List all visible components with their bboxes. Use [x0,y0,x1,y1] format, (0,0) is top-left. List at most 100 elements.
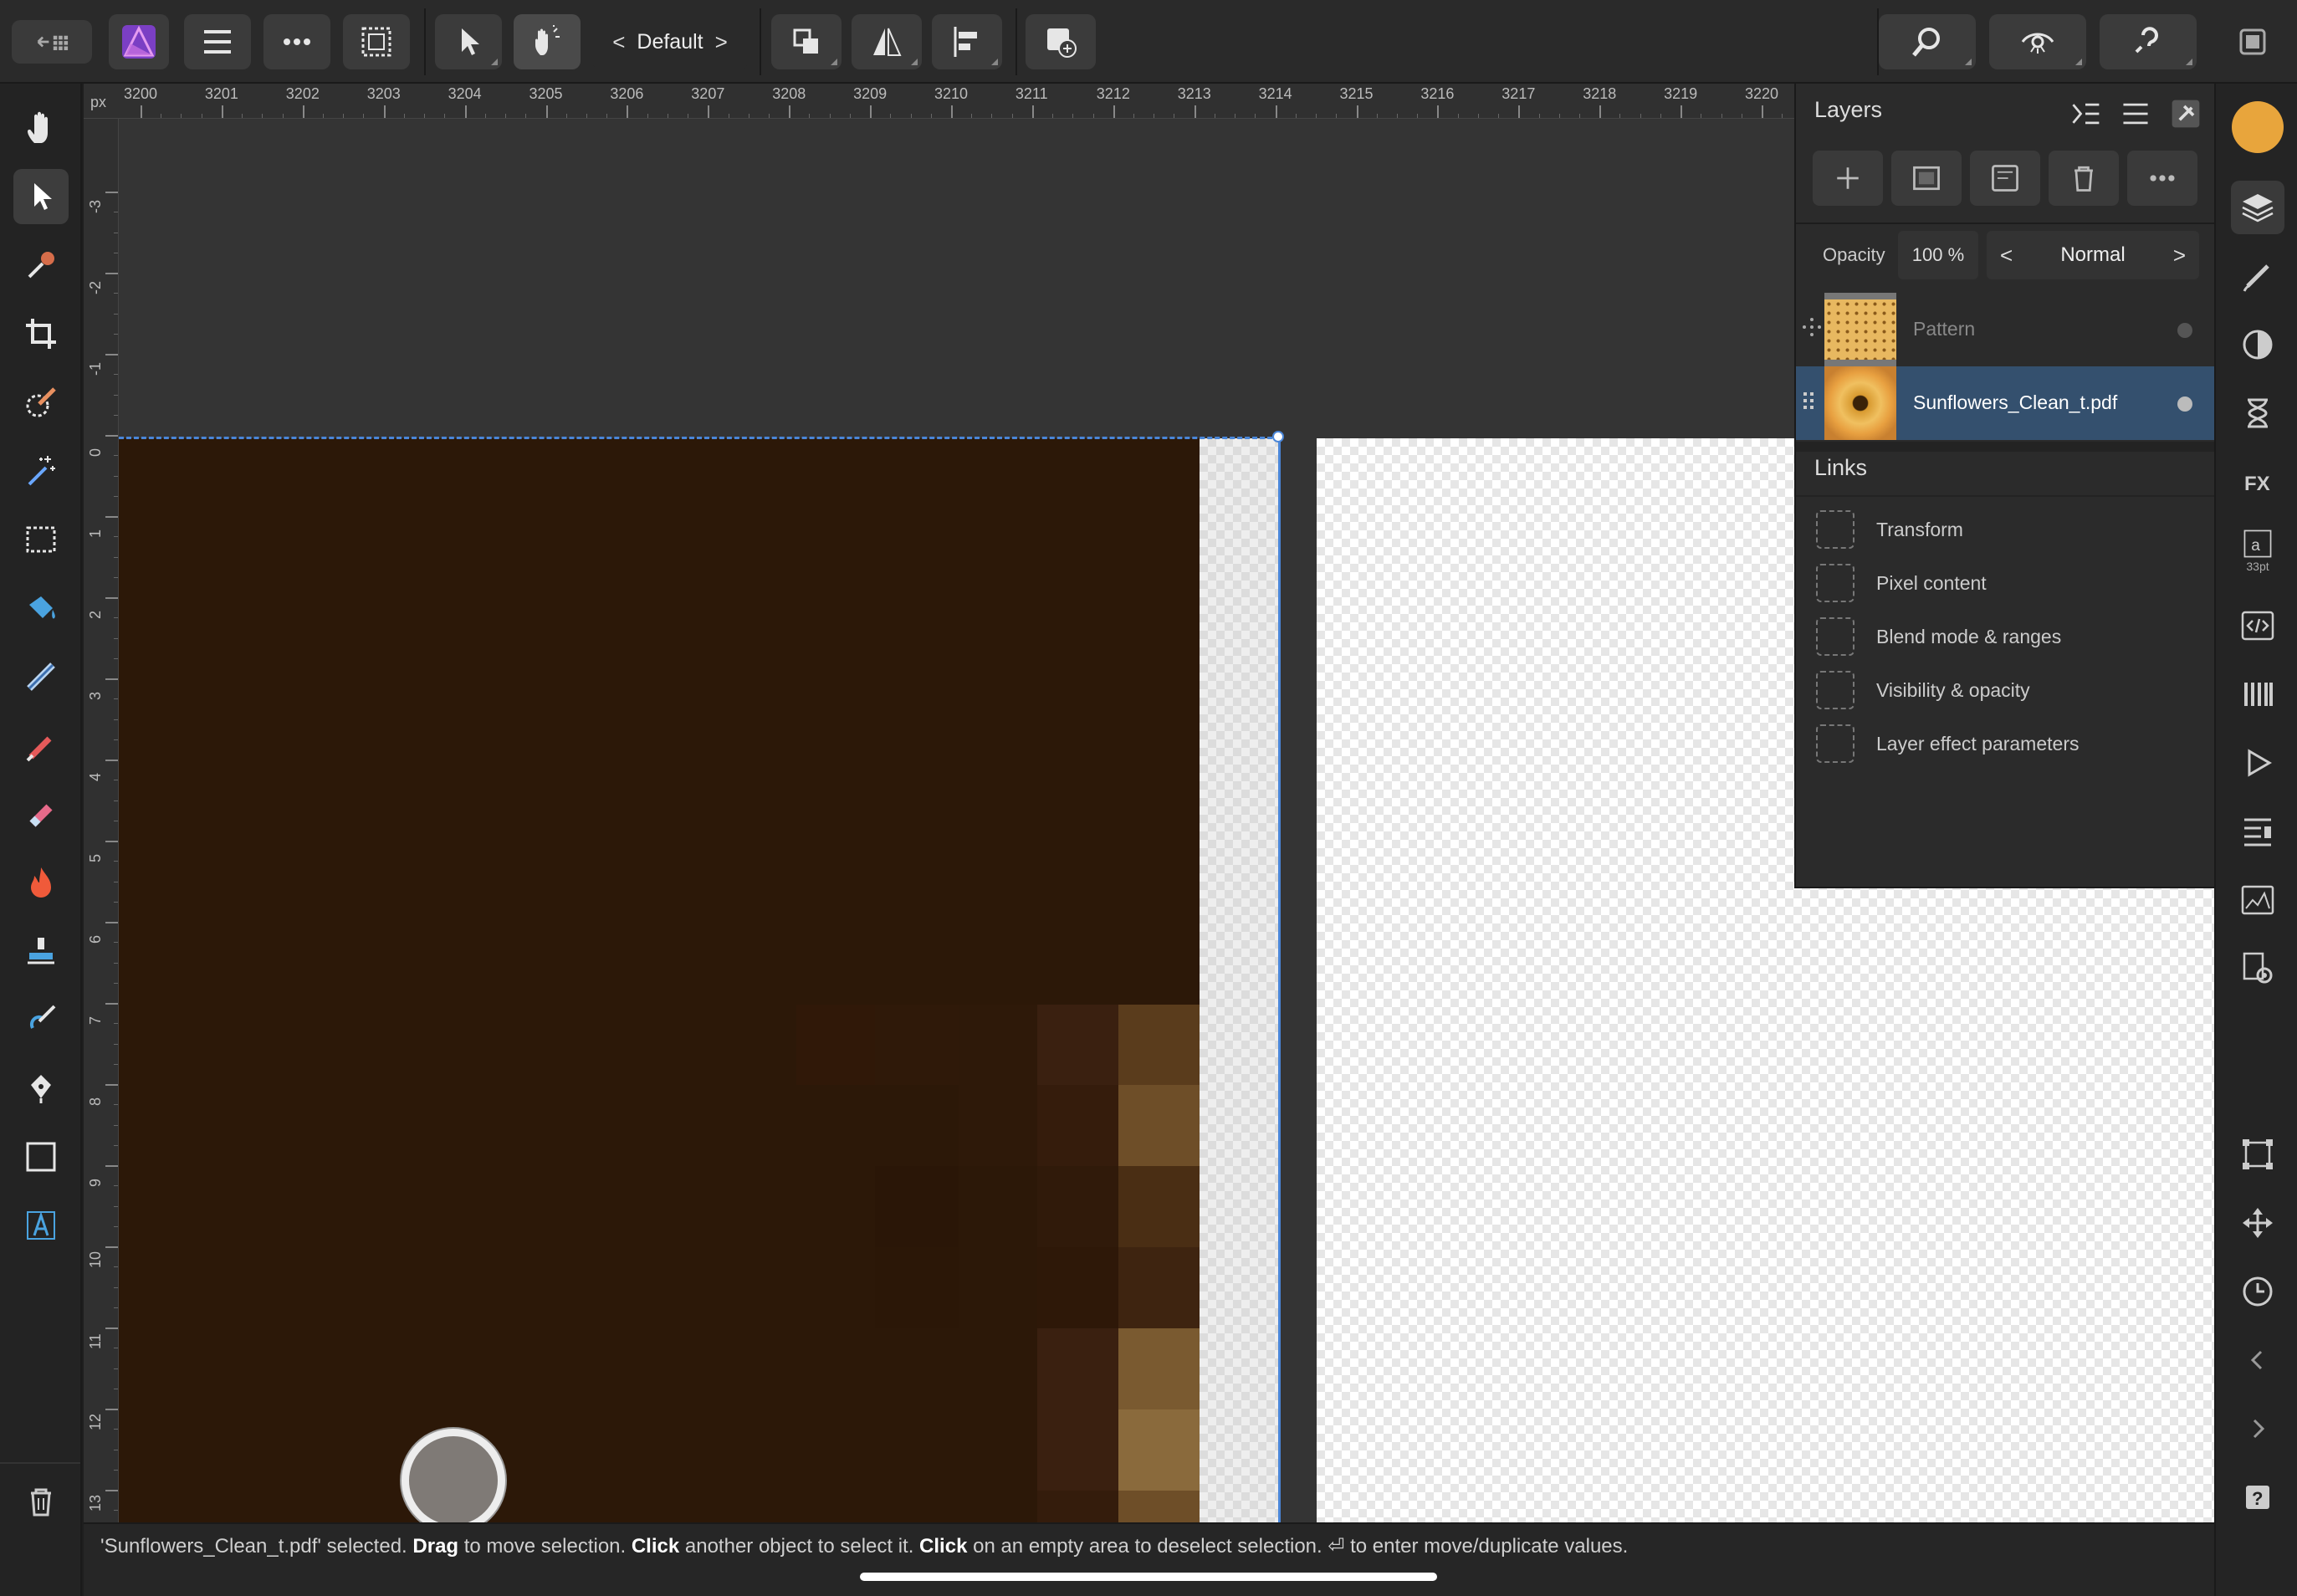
persona-next-arrow[interactable]: > [715,29,728,55]
fill-tool[interactable] [13,581,69,636]
top-toolbar: < Default > [0,0,2297,84]
ruler-label: 3213 [1177,85,1211,102]
stock-panel-button[interactable] [2231,805,2284,858]
help-button[interactable]: ? [2231,1471,2284,1524]
link-layer-effects[interactable]: Layer effect parameters [1816,723,2079,765]
back-grid-button[interactable] [12,20,92,64]
clone-tool[interactable] [13,923,69,979]
erase-brush-tool[interactable] [13,786,69,841]
touch-gesture-button[interactable] [514,14,581,69]
opacity-field[interactable]: 100 % [1898,231,1978,279]
fullscreen-button[interactable] [2225,14,2280,69]
pixel-block [1037,1166,1118,1247]
delete-layer-button[interactable] [2049,151,2119,206]
blend-next-arrow[interactable]: > [2173,243,2186,269]
move-tool[interactable] [13,169,69,224]
menu-button[interactable] [184,14,251,69]
text-size-label: 33pt [2246,560,2269,573]
visibility-dot[interactable] [2177,396,2192,412]
link-blend-mode[interactable]: Blend mode & ranges [1816,616,2061,657]
transform-panel-button[interactable] [2231,1128,2284,1181]
opacity-label: Opacity [1823,244,1885,265]
brush-icon [26,736,52,762]
next-button[interactable] [2231,1402,2284,1455]
blend-prev-arrow[interactable]: < [2000,243,2013,269]
ruler-tick [105,841,118,842]
photo-persona-button[interactable] [109,14,169,69]
crop-tool[interactable] [13,306,69,361]
previous-button[interactable] [2231,1333,2284,1387]
insert-button[interactable] [1026,14,1096,69]
view-mode-button[interactable] [1989,14,2086,69]
add-mask-button[interactable] [1891,151,1962,206]
link-checkbox[interactable] [1816,671,1854,709]
blend-mode-selector[interactable]: < Normal > [1987,231,2199,279]
channels-panel-button[interactable] [2231,668,2284,721]
visibility-dot[interactable] [2177,323,2192,338]
selection-brush-tool[interactable] [13,375,69,430]
drag-handle-icon[interactable] [1801,316,1823,338]
studio-bar: FX a 33pt ? [2214,84,2297,1596]
layers-panel-button[interactable] [2231,181,2284,234]
adjustments-panel-button[interactable] [2231,318,2284,371]
brushes-panel-button[interactable] [2231,249,2284,303]
layer-options-button[interactable] [2127,151,2197,206]
move-nudge-button[interactable] [2231,1196,2284,1250]
link-pixel-content[interactable]: Pixel content [1816,562,1987,604]
layer-row[interactable]: Pattern [1796,293,2216,366]
shape-tool[interactable] [13,1129,69,1184]
add-layer-button[interactable] [1813,151,1883,206]
effects-panel-button[interactable]: FX [2231,455,2284,509]
status-message: 'Sunflowers_Clean_t.pdf' selected. Drag … [100,1534,1628,1558]
link-checkbox[interactable] [1816,510,1854,549]
selection-handle[interactable] [1272,431,1284,442]
link-transform[interactable]: Transform [1816,509,1963,550]
code-icon [2241,611,2274,641]
smudge-tool[interactable] [13,992,69,1047]
selection-mode-button[interactable] [343,14,410,69]
flood-select-tool[interactable] [13,443,69,499]
color-panel-button[interactable] [2231,100,2284,154]
collapse-panel-icon[interactable] [2069,97,2102,130]
paint-brush-tool[interactable] [13,718,69,773]
persona-selector[interactable]: < Default > [592,14,748,69]
panel-menu-icon[interactable] [2119,97,2152,130]
histogram-panel-button[interactable] [2231,873,2284,927]
group-layers-button[interactable] [1970,151,2040,206]
settings-panel-button[interactable] [2231,942,2284,995]
delete-button[interactable] [13,1474,69,1529]
history-panel-button[interactable] [2231,386,2284,440]
text-tool[interactable] [13,1198,69,1253]
more-button[interactable] [263,14,330,69]
layers-stack-icon [2242,194,2274,223]
hourglass-icon [2248,398,2268,428]
vertical-ruler: -3 -2 -1 0 1 2 3 4 5 6 7 8 9 10 11 12 13 [84,119,119,1522]
move-mode-button[interactable] [435,14,502,69]
burn-tool[interactable] [13,855,69,910]
view-tool[interactable] [13,100,69,156]
text-styles-panel-button[interactable]: a 33pt [2231,524,2284,577]
ruler-label: 0 [87,448,104,457]
link-checkbox[interactable] [1816,724,1854,763]
macro-panel-button[interactable] [2231,599,2284,652]
zoom-button[interactable] [1879,14,1976,69]
gradient-tool[interactable] [13,649,69,704]
arrange-button[interactable] [771,14,842,69]
home-indicator[interactable] [860,1573,1437,1581]
pin-icon[interactable] [2169,97,2202,130]
color-picker-tool[interactable] [13,238,69,293]
navigator-panel-button[interactable] [2231,736,2284,790]
help-gesture-button[interactable] [2100,14,2197,69]
persona-prev-arrow[interactable]: < [612,29,625,55]
drag-handle-icon[interactable] [1801,390,1823,412]
link-visibility-opacity[interactable]: Visibility & opacity [1816,669,2030,711]
flip-button[interactable] [852,14,922,69]
align-button[interactable] [932,14,1002,69]
snapshot-button[interactable] [2231,1265,2284,1318]
ruler-tick [870,105,872,118]
marquee-tool[interactable] [13,512,69,567]
link-checkbox[interactable] [1816,617,1854,656]
pen-tool[interactable] [13,1061,69,1116]
link-checkbox[interactable] [1816,564,1854,602]
layer-row-selected[interactable]: Sunflowers_Clean_t.pdf [1796,366,2216,440]
